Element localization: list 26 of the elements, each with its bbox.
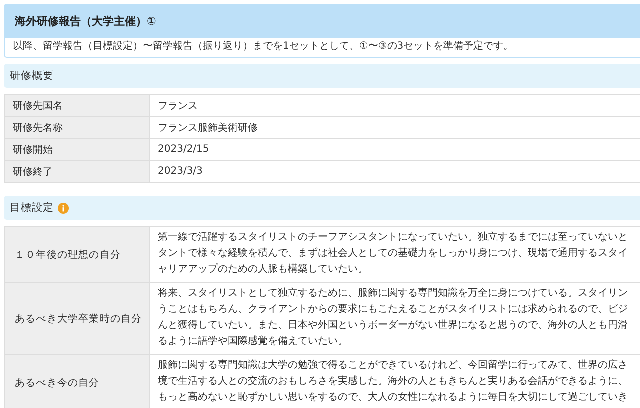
row-label: あるべき大学卒業時の自分 [5,283,150,354]
row-value: 2023/2/15 [158,144,210,155]
info-icon[interactable] [58,202,69,214]
report-note: 以降、留学報告（目標設定）〜留学報告（振り返り）までを1セットとして、①〜③の3セットを準備予定です。 [12,40,515,54]
row-label: 研修先国名 [5,95,150,116]
section-title: 研修概要 [10,69,54,83]
text-line: 将来、スタイリストとして独立するために、服飾に関する専門知識を万全に身につけている。スタイリン [158,286,629,301]
text-line: るように語学や国際感覚を備えていたい。 [158,334,349,349]
text-line: ャリアアップのための人脈も構築していたい。 [158,262,369,277]
text-line: うことはもちろん、クライアントからの要求にもこたえることがスタイリストには求められるので、ビジ [158,302,629,317]
text-line: 境で生活する人との交流のおもしろさを実感した。海外の人ともきちんと実りある会話ができるように、 [158,374,629,389]
text-line: 第一線で活躍するスタイリストのチーフアシスタントになっていたい。独立するまでには至っていないと [158,230,629,245]
report-title: 海外研修報告（大学主催）① [5,5,640,38]
row-value: フランス服飾美術研修 [158,122,259,134]
row-label: あるべき今の自分 [5,355,150,408]
row-label: １０年後の理想の自分 [5,227,150,282]
row-label: 研修終了 [5,161,150,182]
text-line: 服飾に関する専門知識は大学の勉強で得ることができているけれど、今回留学に行ってみて、世界の広さ [158,358,629,373]
section-title: 目標設定 [10,201,54,215]
row-label: 研修開始 [5,139,150,160]
row-label: 研修先名称 [5,117,150,138]
text-line: タントで様々な経験を積んで、まずは社会人としての基礎力をしっかり身につけ、現場で通用するスタイ [158,246,629,261]
text-line: もっと高めないと恥ずかしい思いをするので、大人の女性になれるように毎日を大切にして過ごしていき [158,390,629,405]
row-value: フランス [158,100,199,112]
text-line: んと獲得していたい。また、日本や外国というボーダーがない世界になると思うので、海外の人とも円滑 [158,318,629,333]
row-value: 2023/3/3 [158,166,204,177]
